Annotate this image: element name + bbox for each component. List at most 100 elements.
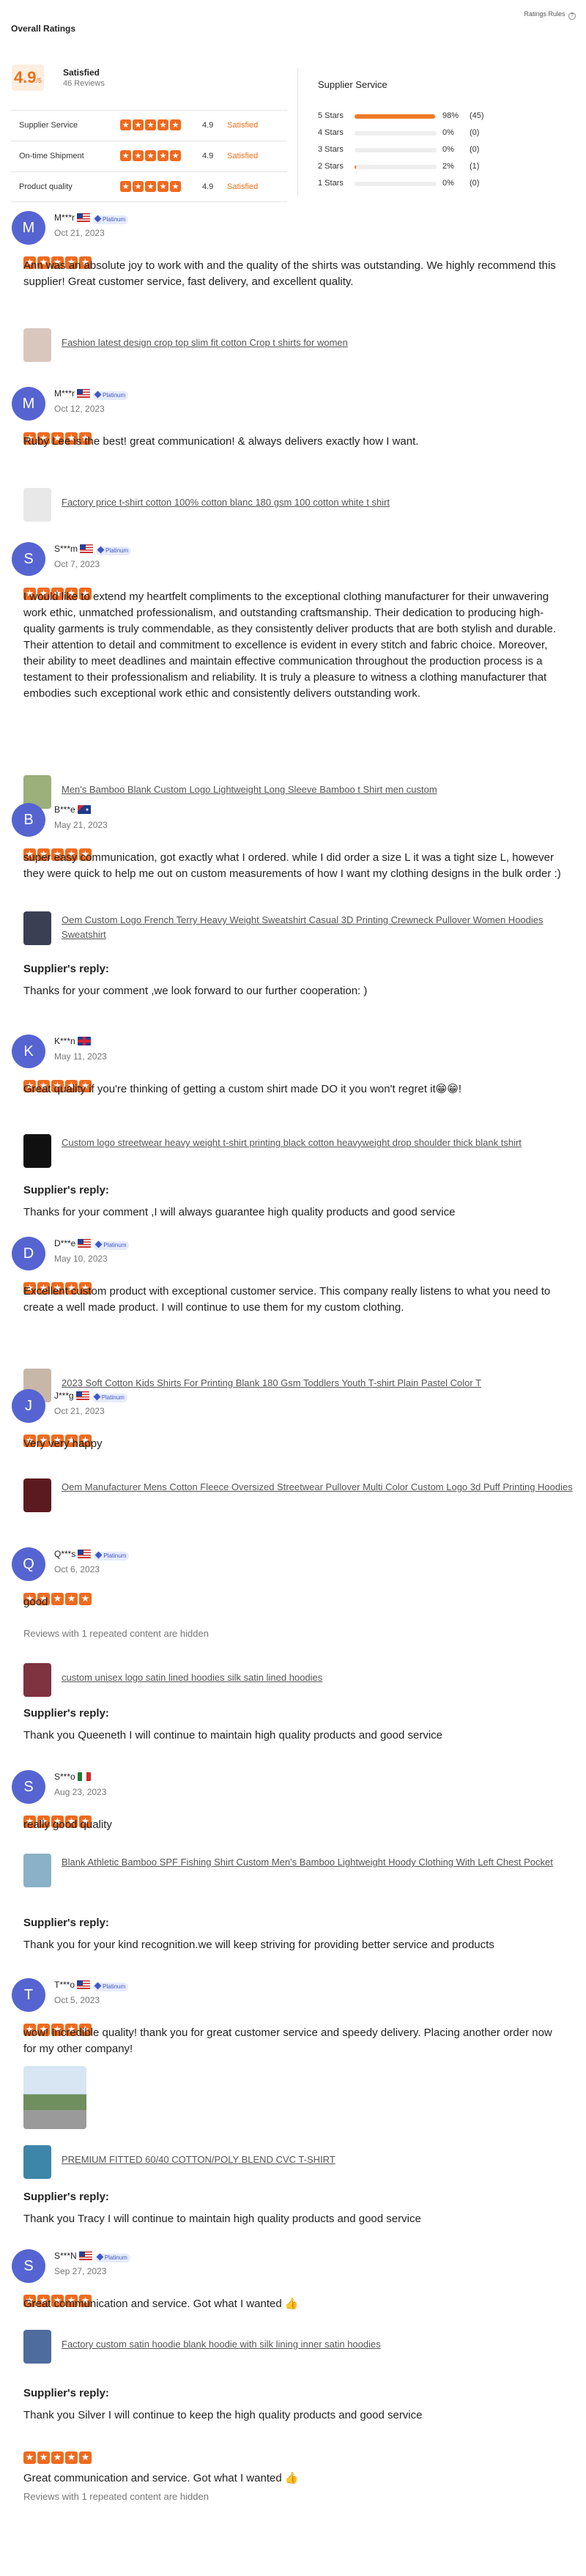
review-text: Excellent custom product with exceptiona… [23, 1285, 551, 1314]
review-date: Aug 23, 2023 [54, 1787, 107, 1797]
platinum-badge: Platinum [94, 1240, 130, 1250]
reviewer-name-text: S***N [54, 2251, 77, 2261]
distribution-row: 1 Stars 0% (0) [318, 176, 560, 193]
diamond-icon [97, 546, 105, 554]
reviewer-name-text: S***m [54, 544, 78, 554]
category-stars [120, 119, 181, 133]
product-link[interactable]: custom unisex logo satin lined hoodies s… [62, 1670, 574, 1685]
diamond-icon [93, 1393, 101, 1401]
distribution-bar [355, 165, 437, 169]
distribution-percent: 2% [442, 162, 454, 171]
review-date: Sep 27, 2023 [54, 2266, 107, 2276]
reviewer-name-text: D***e [54, 1238, 76, 1248]
product-link[interactable]: 2023 Soft Cotton Kids Shirts For Printin… [62, 1376, 574, 1391]
supplier-reply-heading: Supplier's reply: [23, 1917, 109, 1929]
product-link-row[interactable]: Men's Bamboo Blank Custom Logo Lightweig… [23, 775, 565, 809]
distribution-percent: 0% [442, 145, 454, 154]
review-date: May 21, 2023 [54, 820, 108, 830]
product-thumbnail[interactable] [23, 2145, 51, 2179]
category-status: Satisfied [227, 121, 259, 130]
distribution-count: (1) [470, 162, 480, 171]
category-value: 4.9 [202, 121, 214, 130]
supplier-reply-text: Thank you Silver I will continue to keep… [23, 2409, 423, 2421]
review-count: 46 Reviews [63, 79, 105, 88]
review-text: Great communication and service. Got wha… [23, 2298, 299, 2310]
star-icon [145, 119, 156, 130]
review-date: Oct 21, 2023 [54, 1406, 105, 1416]
product-thumbnail[interactable] [23, 1478, 51, 1512]
diamond-icon [94, 1240, 103, 1248]
product-thumbnail[interactable] [23, 488, 51, 522]
product-link[interactable]: Custom logo streetwear heavy weight t-sh… [62, 1136, 574, 1150]
star-icon [133, 150, 144, 161]
product-thumbnail[interactable] [23, 2330, 51, 2364]
product-thumbnail[interactable] [23, 328, 51, 362]
product-link-row[interactable]: Factory price t-shirt cotton 100% cotton… [23, 488, 565, 522]
product-link-row[interactable]: PREMIUM FITTED 60/40 COTTON/POLY BLEND C… [23, 2145, 565, 2179]
product-link-row[interactable]: Factory custom satin hoodie blank hoodie… [23, 2330, 565, 2364]
star-icon [157, 181, 168, 192]
review-date: Oct 21, 2023 [54, 228, 105, 238]
star-rating [120, 119, 181, 130]
platinum-badge: Platinum [94, 2253, 130, 2262]
product-link-row[interactable]: Blank Athletic Bamboo SPF Fishing Shirt … [23, 1854, 565, 1887]
supplier-service-title: Supplier Service [318, 79, 387, 90]
platinum-badge: Platinum [93, 215, 129, 224]
review-text: super easy communication, got exactly wh… [23, 851, 561, 880]
product-link[interactable]: Factory custom satin hoodie blank hoodie… [62, 2337, 574, 2352]
review-date: May 10, 2023 [54, 1254, 108, 1264]
product-link[interactable]: Oem Custom Logo French Terry Heavy Weigh… [62, 913, 574, 942]
star-icon [51, 2451, 64, 2464]
platinum-badge-label: Platinum [103, 392, 126, 399]
flag-mx-icon [77, 1772, 91, 1781]
avatar: S [12, 542, 45, 576]
distribution-bar-fill [355, 114, 435, 119]
distribution-row: 2 Stars 2% (1) [318, 159, 560, 176]
diamond-icon [94, 391, 102, 399]
avatar: M [12, 387, 45, 421]
reviewer-name-text: B***e [54, 804, 75, 815]
review-text: I would like to extend my heartfelt comp… [23, 591, 557, 700]
avatar: Q [12, 1547, 45, 1581]
product-link-row[interactable]: Fashion latest design crop top slim fit … [23, 328, 565, 362]
distribution-row: 3 Stars 0% (0) [318, 142, 560, 159]
product-link[interactable]: PREMIUM FITTED 60/40 COTTON/POLY BLEND C… [62, 2153, 574, 2167]
supplier-reply-text: Thank you Queeneth I will continue to ma… [23, 1729, 443, 1742]
hidden-repeats-note: Reviews with 1 repeated content are hidd… [23, 2491, 209, 2502]
review-text: really good quality [23, 1818, 112, 1831]
star-icon [170, 181, 181, 192]
product-thumbnail[interactable] [23, 911, 51, 945]
reviewer-name-text: M***r [54, 388, 75, 399]
star-icon [157, 119, 168, 130]
reviewer-name: B***e [54, 804, 91, 815]
star-icon [23, 2451, 36, 2464]
product-thumbnail[interactable] [23, 1663, 51, 1697]
product-link[interactable]: Fashion latest design crop top slim fit … [62, 336, 574, 350]
distribution-count: (0) [470, 128, 480, 137]
star-icon [157, 150, 168, 161]
category-value: 4.9 [202, 182, 214, 191]
diamond-icon [94, 1982, 102, 1990]
product-thumbnail[interactable] [23, 1134, 51, 1168]
product-link-row[interactable]: Custom logo streetwear heavy weight t-sh… [23, 1134, 565, 1168]
product-thumbnail[interactable] [23, 1854, 51, 1887]
product-link-row[interactable]: Oem Custom Logo French Terry Heavy Weigh… [23, 911, 565, 945]
product-link-row[interactable]: custom unisex logo satin lined hoodies s… [23, 1663, 565, 1697]
ratings-rules-link[interactable]: Ratings Rules ? [524, 10, 576, 20]
platinum-badge: Platinum [93, 391, 129, 400]
review-photo[interactable] [23, 2066, 86, 2129]
product-link[interactable]: Blank Athletic Bamboo SPF Fishing Shirt … [62, 1855, 574, 1870]
product-link[interactable]: Oem Manufacturer Mens Cotton Fleece Over… [62, 1480, 574, 1495]
star-icon [120, 181, 131, 192]
platinum-badge-label: Platinum [101, 1394, 125, 1401]
distribution-label: 4 Stars [318, 128, 344, 137]
product-link[interactable]: Factory price t-shirt cotton 100% cotton… [62, 495, 574, 510]
review-date: Oct 12, 2023 [54, 404, 105, 414]
product-link[interactable]: Men's Bamboo Blank Custom Logo Lightweig… [62, 782, 574, 797]
flag-us-icon [75, 1391, 89, 1400]
review-text: Great communication and service. Got wha… [23, 2472, 299, 2484]
product-link-row[interactable]: Oem Manufacturer Mens Cotton Fleece Over… [23, 1478, 573, 1512]
distribution-label: 5 Stars [318, 111, 344, 120]
supplier-reply-text: Thank you Tracy I will continue to maint… [23, 2213, 421, 2225]
star-distribution: 5 Stars 98% (45) 4 Stars 0% (0) 3 Stars 0% (0) 2 … [318, 108, 560, 193]
